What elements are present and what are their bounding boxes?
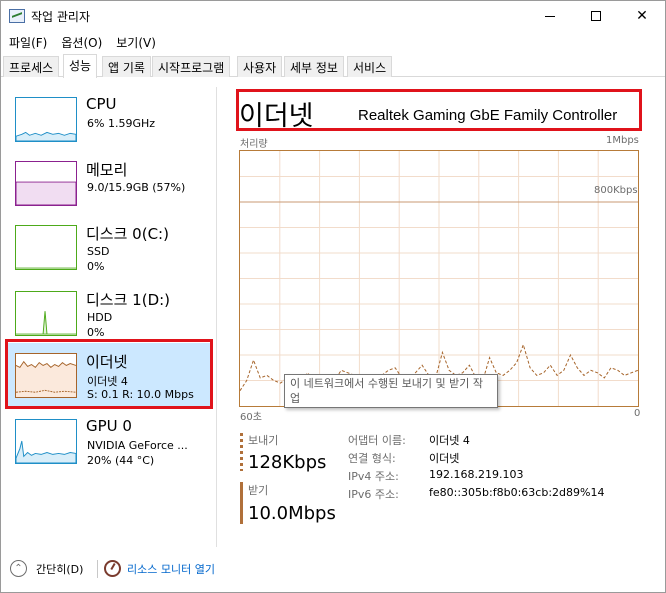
ethernet-highlight-box <box>5 339 213 409</box>
task-manager-window: 작업 관리자 ✕ 파일(F) 옵션(O) 보기(V) 프로세스 성능 앱 기록 … <box>0 0 666 593</box>
chart-max-label: 1Mbps <box>606 135 639 146</box>
heading-highlight-box <box>236 89 642 131</box>
sidebar-item-disk-1[interactable]: 디스크 1(D:) HDD 0% <box>7 281 212 347</box>
fewer-details-button[interactable]: 간단히(D) <box>36 561 83 577</box>
menu-view[interactable]: 보기(V) <box>108 32 162 52</box>
prop-key-adapter: 어댑터 이름: <box>348 434 406 447</box>
resource-monitor-icon[interactable] <box>104 560 121 577</box>
tab-details[interactable]: 세부 정보 <box>284 56 344 77</box>
chart-title: 처리량 <box>240 139 268 150</box>
tab-processes[interactable]: 프로세스 <box>3 56 60 77</box>
throughput-chart <box>239 150 639 407</box>
sidebar-item-detail: 6% 1.59GHz <box>87 117 156 130</box>
sidebar-item-gpu[interactable]: GPU 0 NVIDIA GeForce ... 20% (44 °C) <box>7 409 212 475</box>
footer-separator <box>97 560 98 578</box>
sidebar-item-memory[interactable]: 메모리 9.0/15.9GB (57%) <box>7 151 212 217</box>
tab-services[interactable]: 서비스 <box>347 56 393 77</box>
prop-value-ipv4: 192.168.219.103 <box>429 468 524 481</box>
sidebar-item-title: GPU 0 <box>86 417 132 435</box>
prop-value-connection: 이더넷 <box>429 452 460 465</box>
chart-time-label: 60초 <box>240 412 262 423</box>
receive-value: 10.0Mbps <box>248 503 336 524</box>
sidebar-item-title: CPU <box>86 95 117 113</box>
menu-options[interactable]: 옵션(O) <box>53 32 108 52</box>
tab-startup[interactable]: 시작프로그램 <box>152 56 231 77</box>
memory-thumbnail-graph <box>15 161 77 206</box>
send-label: 보내기 <box>248 434 279 447</box>
tab-users[interactable]: 사용자 <box>237 56 283 77</box>
tab-app-history[interactable]: 앱 기록 <box>102 56 151 77</box>
performance-sidebar: CPU 6% 1.59GHz 메모리 9.0/15.9GB (57%) 디스크 … <box>1 87 215 547</box>
send-indicator <box>240 433 243 471</box>
prop-value-ipv6: fe80::305b:f8b0:63cb:2d89%14 <box>429 486 605 499</box>
minimize-icon <box>545 15 555 17</box>
tab-strip: 프로세스 성능 앱 기록 시작프로그램 사용자 세부 정보 서비스 <box>1 54 665 78</box>
chevron-up-icon[interactable]: ⌃ <box>10 560 27 577</box>
title-bar[interactable]: 작업 관리자 ✕ <box>1 1 665 31</box>
sidebar-item-usage: 0% <box>87 260 105 273</box>
maximize-button[interactable] <box>573 1 619 31</box>
throughput-chart-svg <box>240 151 638 406</box>
receive-indicator <box>240 482 243 524</box>
maximize-icon <box>591 11 601 21</box>
sidebar-item-detail: HDD <box>87 311 113 324</box>
open-resource-monitor-link[interactable]: 리소스 모니터 열기 <box>127 561 215 577</box>
chart-zero-label: 0 <box>634 408 641 419</box>
prop-value-adapter: 이더넷 4 <box>429 434 470 447</box>
window-title: 작업 관리자 <box>31 10 91 24</box>
sidebar-item-title: 디스크 0(C:) <box>86 225 169 243</box>
receive-label: 받기 <box>248 484 269 497</box>
disk0-thumbnail-graph <box>15 225 77 270</box>
prop-key-ipv6: IPv6 주소: <box>348 488 399 501</box>
minimize-button[interactable] <box>527 1 573 31</box>
disk1-thumbnail-graph <box>15 291 77 336</box>
menu-bar: 파일(F) 옵션(O) 보기(V) <box>1 32 665 52</box>
sidebar-item-disk-0[interactable]: 디스크 0(C:) SSD 0% <box>7 215 212 281</box>
tab-performance[interactable]: 성능 <box>63 54 98 78</box>
sidebar-item-usage: 0% <box>87 326 105 339</box>
close-icon: ✕ <box>636 8 648 24</box>
cpu-thumbnail-graph <box>15 97 77 142</box>
gpu-thumbnail-graph <box>15 419 77 464</box>
sidebar-item-detail: NVIDIA GeForce ... <box>87 439 188 452</box>
sidebar-item-usage: 20% (44 °C) <box>87 454 155 467</box>
close-button[interactable]: ✕ <box>619 1 665 31</box>
sidebar-item-detail: SSD <box>87 245 110 258</box>
prop-key-ipv4: IPv4 주소: <box>348 470 399 483</box>
prop-key-connection: 연결 형식: <box>348 452 396 465</box>
sidebar-divider <box>216 87 217 547</box>
send-value: 128Kbps <box>248 452 327 473</box>
footer: ⌃ 간단히(D) 리소스 모니터 열기 <box>1 554 665 593</box>
task-manager-app-icon <box>9 9 25 23</box>
chart-ref-line-label: 800Kbps <box>594 185 638 196</box>
sidebar-item-detail: 9.0/15.9GB (57%) <box>87 181 186 194</box>
sidebar-item-cpu[interactable]: CPU 6% 1.59GHz <box>7 87 212 153</box>
sidebar-item-title: 디스크 1(D:) <box>86 291 171 309</box>
sidebar-item-title: 메모리 <box>86 161 128 179</box>
menu-file[interactable]: 파일(F) <box>1 32 53 52</box>
tooltip: 이 네트워크에서 수행된 보내기 및 받기 작업 <box>284 374 498 408</box>
